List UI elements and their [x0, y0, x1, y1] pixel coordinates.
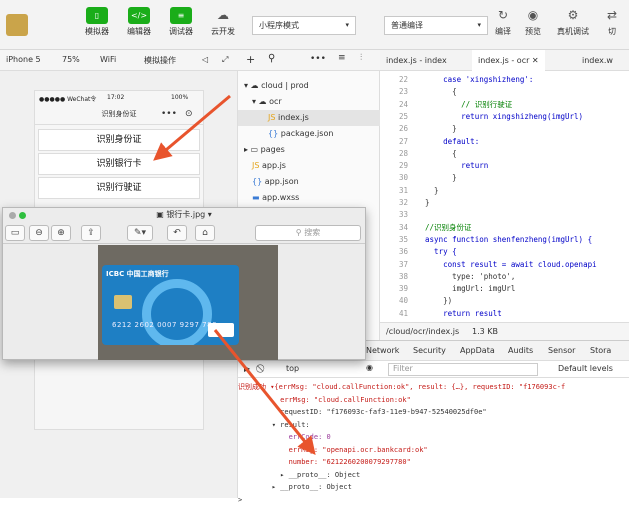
arrow-to-bank-card-button: [153, 94, 231, 161]
annotation-arrows: [153, 94, 316, 456]
arrow-to-card-number: [213, 329, 316, 456]
